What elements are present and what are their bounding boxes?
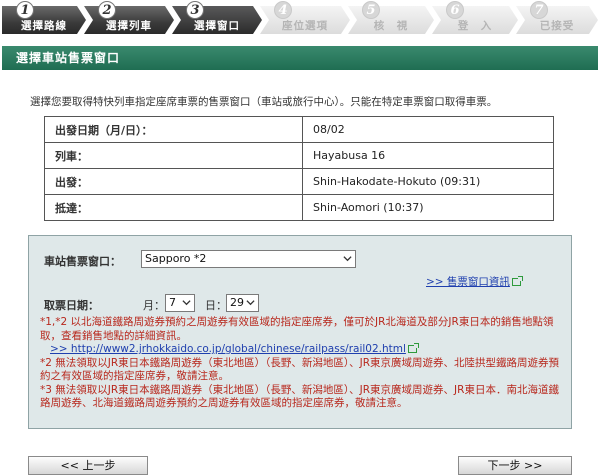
section-title: 選擇車站售票窗口 bbox=[2, 46, 598, 70]
month-selected-value: 7 bbox=[169, 296, 176, 309]
step-label: 核 視 bbox=[373, 20, 409, 32]
back-button[interactable]: << 上一步 bbox=[28, 456, 148, 475]
departure-date-value: 08/02 bbox=[302, 116, 554, 143]
step-label: 已接受 bbox=[539, 20, 575, 32]
step-4-seat-options: 4 座位選項 bbox=[260, 1, 350, 34]
step-progress-bar: 1 選擇路線 2 選擇列車 3 選擇窗口 4 座位選項 5 核 視 6 登 入 … bbox=[0, 0, 600, 40]
arrival-label: 抵達： bbox=[44, 194, 303, 221]
step-number-badge: 1 bbox=[16, 1, 34, 19]
chevron-down-icon bbox=[246, 300, 255, 306]
table-row: 出發： Shin-Hakodate-Hokuto (09:31) bbox=[44, 168, 554, 195]
departure-label: 出發： bbox=[44, 168, 303, 195]
note-1: *1,*2 以北海道鐵路周遊券預約之周遊券有效區域的指定座席券，僅可於JR北海道… bbox=[40, 316, 554, 342]
step-number-badge: 3 bbox=[186, 1, 204, 19]
step-3-select-window: 3 選擇窗口 bbox=[172, 1, 262, 34]
note-2: *2 無法領取以JR東日本鐵路周遊券（東北地區）（長野、新潟地區）、JR東京廣域… bbox=[40, 356, 560, 383]
departure-date-label: 出發日期（月/日）： bbox=[44, 116, 303, 143]
train-label: 列車： bbox=[44, 142, 303, 169]
step-label: 登 入 bbox=[457, 20, 493, 32]
day-select[interactable]: 29 bbox=[226, 294, 259, 312]
step-number-badge: 4 bbox=[274, 1, 292, 19]
step-number-badge: 6 bbox=[446, 1, 464, 19]
next-button[interactable]: 下一步 >> bbox=[458, 456, 572, 475]
note-3: *3 無法領取以JR東日本鐵路周遊券（東北地區）（長野、新潟地區）、JR東京廣域… bbox=[40, 383, 559, 410]
external-link-icon bbox=[407, 343, 419, 353]
ticket-window-selected-value: Sapporo *2 bbox=[145, 252, 207, 265]
chevron-down-icon bbox=[182, 300, 191, 306]
notes-block: *1,*2 以北海道鐵路周遊券預約之周遊券有效區域的指定座席券，僅可於JR北海道… bbox=[40, 316, 560, 411]
ticket-window-select[interactable]: Sapporo *2 bbox=[141, 250, 356, 268]
external-link-icon bbox=[511, 276, 523, 286]
step-label: 選擇窗口 bbox=[194, 20, 240, 32]
month-select[interactable]: 7 bbox=[165, 294, 195, 312]
step-5-review: 5 核 視 bbox=[348, 1, 434, 34]
day-label: 日： bbox=[205, 299, 227, 312]
step-7-accepted: 7 已接受 bbox=[516, 1, 598, 34]
step-label: 選擇列車 bbox=[106, 20, 152, 32]
window-info-link[interactable]: >> 售票窗口資訊 bbox=[426, 276, 510, 288]
step-2-select-train: 2 選擇列車 bbox=[84, 1, 174, 34]
step-number-badge: 5 bbox=[362, 1, 380, 19]
train-info-table: 出發日期（月/日）： 08/02 列車： Hayabusa 16 出發： Shi… bbox=[44, 116, 554, 221]
step-label: 選擇路線 bbox=[21, 20, 67, 32]
pickup-date-label: 取票日期： bbox=[44, 299, 99, 312]
rail-pass-info-link[interactable]: >> http://www2.jrhokkaido.co.jp/global/c… bbox=[50, 343, 406, 355]
arrival-value: Shin-Aomori (10:37) bbox=[302, 194, 554, 221]
note-1-link-row: >> http://www2.jrhokkaido.co.jp/global/c… bbox=[50, 343, 560, 357]
step-number-badge: 2 bbox=[98, 1, 116, 19]
train-value: Hayabusa 16 bbox=[302, 142, 554, 169]
month-label: 月： bbox=[143, 299, 165, 312]
window-info-link-wrap[interactable]: >> 售票窗口資訊 bbox=[426, 274, 523, 289]
departure-value: Shin-Hakodate-Hokuto (09:31) bbox=[302, 168, 554, 195]
chevron-down-icon bbox=[343, 256, 352, 262]
step-1-select-route: 1 選擇路線 bbox=[2, 1, 86, 34]
step-label: 座位選項 bbox=[282, 20, 328, 32]
ticket-window-label: 車站售票窗口： bbox=[44, 255, 121, 268]
day-selected-value: 29 bbox=[230, 296, 244, 309]
table-row: 列車： Hayabusa 16 bbox=[44, 142, 554, 169]
step-number-badge: 7 bbox=[530, 1, 548, 19]
step-6-login: 6 登 入 bbox=[432, 1, 518, 34]
intro-text: 選擇您要取得特快列車指定座席車票的售票窗口（車站或旅行中心）。只能在特定車票窗口… bbox=[30, 96, 498, 108]
table-row: 抵達： Shin-Aomori (10:37) bbox=[44, 194, 554, 221]
table-row: 出發日期（月/日）： 08/02 bbox=[44, 116, 554, 143]
